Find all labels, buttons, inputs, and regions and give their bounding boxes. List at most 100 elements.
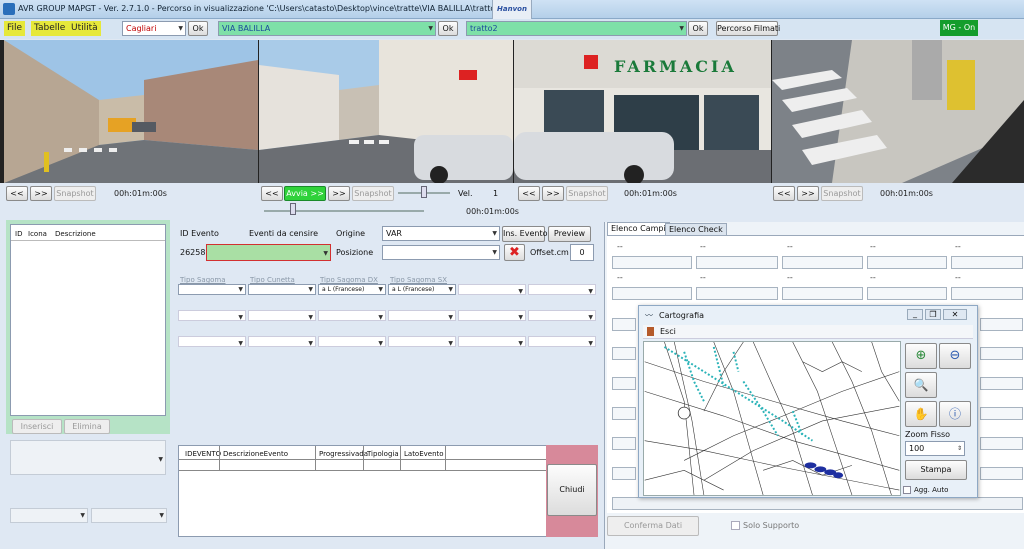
row2-select-4[interactable]: ▼	[388, 310, 456, 321]
tratto-select[interactable]: tratto2 ▼	[466, 21, 687, 36]
frame4-prev-button[interactable]: <<	[773, 186, 795, 201]
frame3-prev-button[interactable]: <<	[518, 186, 540, 201]
campo-field[interactable]	[612, 467, 636, 480]
campo-field[interactable]	[980, 377, 1023, 390]
campo-field[interactable]	[980, 467, 1023, 480]
campo-field[interactable]	[612, 377, 636, 390]
frame1-next-button[interactable]: >>	[30, 186, 52, 201]
frame1-prev-button[interactable]: <<	[6, 186, 28, 201]
row2-select-1[interactable]: ▼	[178, 310, 246, 321]
campo-field[interactable]	[980, 407, 1023, 420]
row3-select-5[interactable]: ▼	[458, 336, 526, 347]
frame4-next-button[interactable]: >>	[797, 186, 819, 201]
campo-field[interactable]	[612, 287, 692, 300]
campo-field[interactable]	[980, 318, 1023, 331]
origine-select[interactable]: VAR ▼	[382, 226, 500, 241]
row2-select-2[interactable]: ▼	[248, 310, 316, 321]
campo-field[interactable]	[867, 287, 947, 300]
campo-field[interactable]	[612, 497, 1023, 510]
left-select-b[interactable]: ▼	[91, 508, 167, 523]
speed-slider-thumb[interactable]	[421, 186, 427, 198]
zoom-fisso-input[interactable]: 100 ⇕	[905, 441, 965, 456]
campo-field[interactable]	[980, 347, 1023, 360]
menu-file[interactable]: File	[4, 21, 26, 36]
eventi-select[interactable]: ▼	[206, 244, 331, 261]
elimina-button[interactable]: Elimina	[64, 419, 110, 434]
solo-supporto-checkbox[interactable]	[731, 521, 740, 530]
tipo-sagoma-dx-select[interactable]: a L (Francese) ▼	[318, 284, 386, 295]
left-select-a[interactable]: ▼	[10, 508, 88, 523]
extra-select-2[interactable]: ▼	[528, 284, 596, 295]
preview-button[interactable]: Preview	[548, 226, 591, 242]
esci-button[interactable]: Esci	[660, 327, 676, 336]
city-ok-button[interactable]: Ok	[188, 21, 208, 36]
tipo-sagoma-select[interactable]: ▼	[178, 284, 246, 295]
agg-auto-checkbox[interactable]	[903, 486, 911, 494]
campo-field[interactable]	[696, 287, 778, 300]
row3-select-1[interactable]: ▼	[178, 336, 246, 347]
magnifier-icon[interactable]: 🔍	[905, 372, 937, 398]
position-slider[interactable]	[264, 210, 424, 212]
frame2-prev-button[interactable]: <<	[261, 186, 283, 201]
map-canvas[interactable]	[643, 341, 901, 496]
menu-utilita[interactable]: Utilità	[68, 21, 101, 36]
tratto-ok-button[interactable]: Ok	[688, 21, 708, 36]
frame3-next-button[interactable]: >>	[542, 186, 564, 201]
stampa-button[interactable]: Stampa	[905, 460, 967, 480]
extra-select-1[interactable]: ▼	[458, 284, 526, 295]
campo-field[interactable]	[980, 437, 1023, 450]
avvia-button[interactable]: Avvia >>	[284, 186, 326, 201]
pan-hand-icon[interactable]: ✋	[905, 401, 937, 427]
offset-input[interactable]: 0	[570, 244, 594, 261]
restore-icon[interactable]: ❐	[925, 309, 941, 320]
events-table[interactable]: IDEVENTO DescrizioneEvento Progressivada…	[178, 445, 548, 537]
minimize-icon[interactable]: _	[907, 309, 923, 320]
street-select[interactable]: VIA BALILLA ▼	[218, 21, 436, 36]
row3-select-6[interactable]: ▼	[528, 336, 596, 347]
percorso-filmati-button[interactable]: Percorso Filmati	[716, 21, 780, 36]
ins-evento-button[interactable]: Ins. Evento	[502, 226, 548, 242]
campo-field[interactable]	[612, 407, 636, 420]
frame2-next-button[interactable]: >>	[328, 186, 350, 201]
inserisci-button[interactable]: Inserisci	[12, 419, 62, 434]
street-ok-button[interactable]: Ok	[438, 21, 458, 36]
zoom-in-icon[interactable]: ⊕	[905, 343, 937, 369]
chevron-down-icon: ▼	[448, 286, 453, 293]
campo-field[interactable]	[612, 437, 636, 450]
delete-icon[interactable]: ✖	[504, 244, 525, 261]
spinner-icon[interactable]: ⇕	[957, 442, 962, 455]
close-icon[interactable]: ✕	[943, 309, 967, 320]
row2-select-5[interactable]: ▼	[458, 310, 526, 321]
row2-select-3[interactable]: ▼	[318, 310, 386, 321]
tipo-sagoma-sx-select[interactable]: a L (Francese) ▼	[388, 284, 456, 295]
tab-elenco-campi[interactable]: Elenco Campi	[607, 222, 670, 235]
chiudi-button[interactable]: Chiudi	[547, 464, 597, 516]
frame1-snapshot-button[interactable]: Snapshot	[54, 186, 96, 201]
row3-select-3[interactable]: ▼	[318, 336, 386, 347]
icon-list[interactable]: ID Icona Descrizione	[10, 224, 166, 416]
info-icon[interactable]: ⓘ	[939, 401, 971, 427]
row3-select-4[interactable]: ▼	[388, 336, 456, 347]
posizione-select[interactable]: ▼	[382, 245, 500, 260]
frame4-snapshot-button[interactable]: Snapshot	[821, 186, 863, 201]
campo-field[interactable]	[782, 256, 863, 269]
row2-select-6[interactable]: ▼	[528, 310, 596, 321]
campo-field[interactable]	[696, 256, 778, 269]
frame3-snapshot-button[interactable]: Snapshot	[566, 186, 608, 201]
campo-field[interactable]	[782, 287, 863, 300]
campo-field[interactable]	[612, 256, 692, 269]
tipo-cunetta-select[interactable]: ▼	[248, 284, 316, 295]
campo-field[interactable]	[867, 256, 947, 269]
city-select[interactable]: Cagliari ▼	[122, 21, 186, 36]
campo-field[interactable]	[951, 287, 1023, 300]
frame2-snapshot-button[interactable]: Snapshot	[352, 186, 394, 201]
campo-field[interactable]	[612, 318, 636, 331]
zoom-out-icon[interactable]: ⊖	[939, 343, 971, 369]
row3-select-2[interactable]: ▼	[248, 336, 316, 347]
left-large-select[interactable]: ▼	[10, 440, 166, 475]
campo-field[interactable]	[951, 256, 1023, 269]
menu-tabelle[interactable]: Tabelle	[31, 21, 69, 36]
conferma-dati-button[interactable]: Conferma Dati	[607, 516, 699, 536]
campo-field[interactable]	[612, 347, 636, 360]
position-slider-thumb[interactable]	[290, 203, 296, 215]
